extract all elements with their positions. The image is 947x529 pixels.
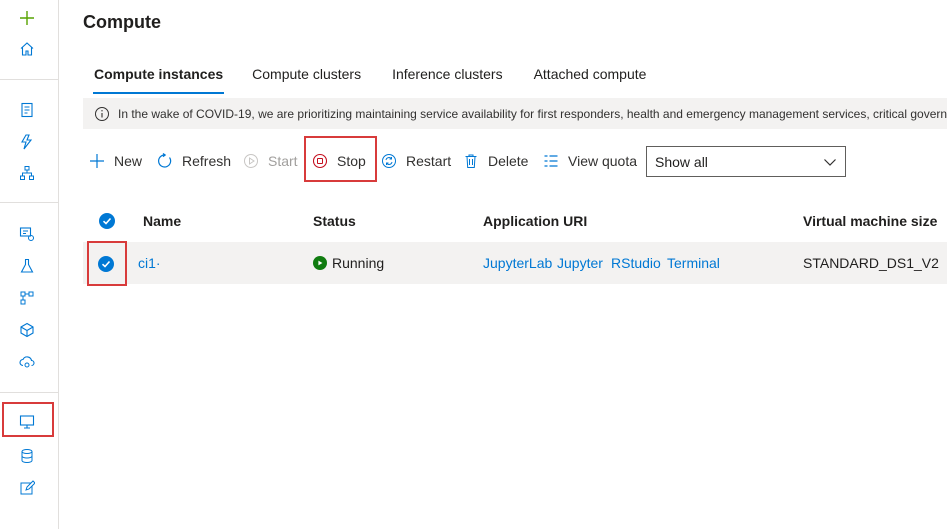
refresh-label: Refresh xyxy=(182,153,232,169)
endpoints-icon[interactable] xyxy=(14,350,40,374)
restart-label: Restart xyxy=(406,153,452,169)
datasets-icon[interactable] xyxy=(14,222,40,246)
instance-name-link[interactable]: ci1· xyxy=(138,255,161,271)
filter-dropdown[interactable]: Show all xyxy=(646,146,846,177)
restart-icon xyxy=(382,154,396,168)
home-icon[interactable] xyxy=(14,37,40,61)
page-title: Compute xyxy=(83,12,161,32)
select-all-checkbox[interactable] xyxy=(99,213,115,229)
chevron-down-icon xyxy=(824,159,836,166)
tab-compute-instances[interactable]: Compute instances xyxy=(83,60,234,94)
rail-divider xyxy=(0,392,59,393)
refresh-button[interactable]: Refresh xyxy=(157,143,231,179)
status-cell: Running xyxy=(313,255,384,271)
jupyterlab-link[interactable]: JupyterLab xyxy=(483,255,552,271)
rail-divider xyxy=(0,202,59,203)
info-banner: In the wake of COVID-19, we are prioriti… xyxy=(83,98,947,129)
notebook-icon[interactable] xyxy=(14,98,40,122)
checkmark-icon xyxy=(102,217,112,225)
compute-nav-highlight xyxy=(2,402,54,437)
refresh-icon xyxy=(158,153,172,168)
quota-list-icon xyxy=(544,155,558,167)
start-label: Start xyxy=(268,153,298,169)
main-content: Compute Compute instances Compute cluste… xyxy=(59,0,947,529)
filter-value: Show all xyxy=(655,153,708,170)
play-icon xyxy=(244,154,258,168)
command-bar: New Refresh Start Stop Restart Delete Vi… xyxy=(83,136,947,182)
add-icon xyxy=(90,154,104,168)
automl-icon[interactable] xyxy=(14,130,40,154)
left-nav-rail xyxy=(0,0,59,529)
compute-instances-table: Name Status Application URI Virtual mach… xyxy=(83,200,947,286)
trash-icon xyxy=(465,154,477,168)
pipelines-icon[interactable] xyxy=(14,286,40,310)
running-status-icon xyxy=(313,256,327,270)
stop-button-highlight xyxy=(304,136,377,182)
plus-icon[interactable] xyxy=(14,6,40,30)
column-header-application-uri[interactable]: Application URI xyxy=(483,213,587,229)
status-text: Running xyxy=(332,255,385,271)
new-button[interactable]: New xyxy=(89,143,142,179)
banner-text: In the wake of COVID-19, we are prioriti… xyxy=(118,106,947,121)
start-button[interactable]: Start xyxy=(243,143,298,179)
rstudio-link[interactable]: RStudio xyxy=(611,255,661,271)
column-header-name[interactable]: Name xyxy=(143,213,181,229)
models-icon[interactable] xyxy=(14,318,40,342)
row-checkbox-highlight xyxy=(87,241,127,286)
column-header-vm-size[interactable]: Virtual machine size xyxy=(803,213,937,229)
delete-button[interactable]: Delete xyxy=(463,143,528,179)
terminal-link[interactable]: Terminal xyxy=(667,255,720,271)
table-header: Name Status Application URI Virtual mach… xyxy=(83,200,947,242)
tab-inference-clusters[interactable]: Inference clusters xyxy=(381,60,514,94)
jupyter-link[interactable]: Jupyter xyxy=(557,255,603,271)
view-quota-label: View quota xyxy=(568,153,638,169)
view-quota-button[interactable]: View quota xyxy=(543,143,637,179)
table-row[interactable]: ci1· Running JupyterLab Jupyter RStudio … xyxy=(83,241,947,286)
designer-icon[interactable] xyxy=(14,161,40,185)
new-label: New xyxy=(114,153,143,169)
info-icon xyxy=(95,106,109,121)
tab-compute-clusters[interactable]: Compute clusters xyxy=(241,60,372,94)
experiments-icon[interactable] xyxy=(14,254,40,278)
compute-tabs: Compute instances Compute clusters Infer… xyxy=(83,60,657,94)
vm-size-cell: STANDARD_DS1_V2 xyxy=(803,255,939,271)
rail-divider xyxy=(0,79,59,80)
restart-button[interactable]: Restart xyxy=(381,143,451,179)
labeling-icon[interactable] xyxy=(14,476,40,500)
column-header-status[interactable]: Status xyxy=(313,213,356,229)
app-window: Compute Compute instances Compute cluste… xyxy=(0,0,947,529)
delete-label: Delete xyxy=(488,153,529,169)
tab-attached-compute[interactable]: Attached compute xyxy=(523,60,658,94)
datastores-icon[interactable] xyxy=(14,444,40,468)
